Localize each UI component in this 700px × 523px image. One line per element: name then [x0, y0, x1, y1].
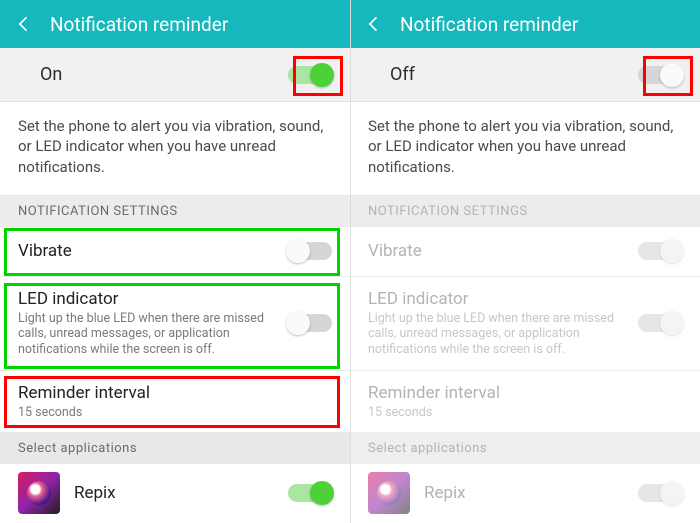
pane-off: Notification reminder Off Set the phone … — [350, 0, 700, 523]
app-header: Notification reminder — [0, 0, 350, 48]
master-toggle-row[interactable]: On — [0, 48, 350, 102]
vibrate-row: Vibrate — [350, 227, 700, 277]
vibrate-row[interactable]: Vibrate — [0, 227, 350, 277]
led-row: LED indicator Light up the blue LED when… — [350, 277, 700, 371]
back-icon[interactable] — [14, 14, 34, 34]
vibrate-toggle[interactable] — [288, 242, 332, 260]
led-title: LED indicator — [18, 289, 276, 309]
master-toggle[interactable] — [638, 66, 682, 84]
select-apps-header: Select applications — [350, 433, 700, 464]
vibrate-title: Vibrate — [368, 241, 626, 261]
app-header: Notification reminder — [350, 0, 700, 48]
app-icon — [18, 472, 60, 514]
app-toggle — [638, 484, 682, 502]
select-apps-header[interactable]: Select applications — [0, 433, 350, 464]
led-sub: Light up the blue LED when there are mis… — [368, 311, 626, 358]
app-row[interactable]: Repix — [0, 464, 350, 522]
app-icon — [368, 472, 410, 514]
section-header: NOTIFICATION SETTINGS — [350, 196, 700, 227]
pane-on: Notification reminder On Set the phone t… — [0, 0, 350, 523]
led-row[interactable]: LED indicator Light up the blue LED when… — [0, 277, 350, 371]
app-row: Repix — [350, 464, 700, 522]
led-toggle — [638, 314, 682, 332]
master-label: On — [40, 64, 288, 85]
header-title: Notification reminder — [50, 13, 228, 36]
interval-sub: 15 seconds — [368, 405, 670, 421]
interval-row: Reminder interval 15 seconds — [350, 371, 700, 434]
section-header: NOTIFICATION SETTINGS — [0, 196, 350, 227]
app-toggle[interactable] — [288, 484, 332, 502]
interval-title: Reminder interval — [368, 383, 670, 403]
vibrate-toggle — [638, 242, 682, 260]
interval-row[interactable]: Reminder interval 15 seconds — [0, 371, 350, 434]
interval-title: Reminder interval — [18, 383, 320, 403]
app-name: Repix — [74, 483, 288, 503]
master-label: Off — [390, 64, 638, 85]
description-text: Set the phone to alert you via vibration… — [0, 102, 350, 196]
led-title: LED indicator — [368, 289, 626, 309]
back-icon[interactable] — [364, 14, 384, 34]
header-title: Notification reminder — [400, 13, 578, 36]
vibrate-title: Vibrate — [18, 241, 276, 261]
led-toggle[interactable] — [288, 314, 332, 332]
description-text: Set the phone to alert you via vibration… — [350, 102, 700, 196]
master-toggle[interactable] — [288, 66, 332, 84]
interval-sub: 15 seconds — [18, 405, 320, 421]
app-name: Repix — [424, 483, 638, 503]
led-sub: Light up the blue LED when there are mis… — [18, 311, 276, 358]
master-toggle-row[interactable]: Off — [350, 48, 700, 102]
